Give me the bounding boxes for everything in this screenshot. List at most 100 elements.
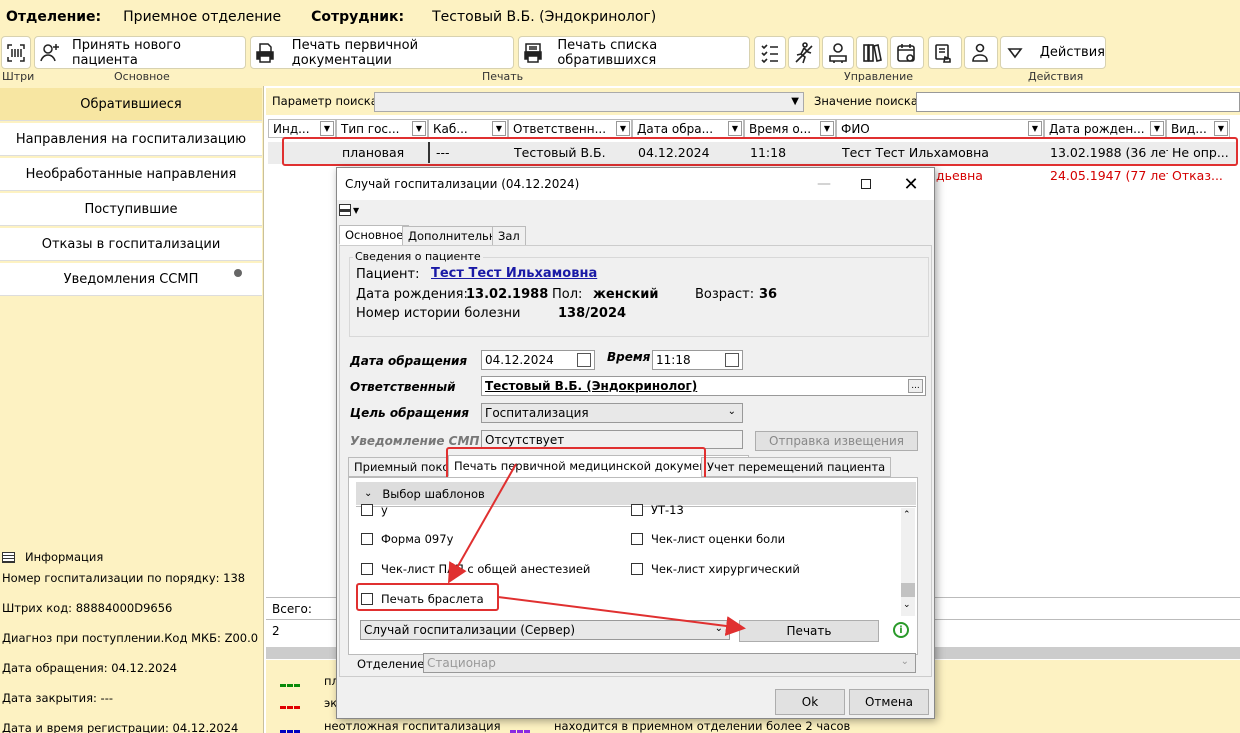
tab-main[interactable]: Основное — [339, 225, 410, 245]
legend-label: неотложная госпитализация — [324, 719, 501, 733]
legend-red-dash — [280, 706, 300, 709]
calendar-icon[interactable] — [577, 353, 591, 367]
highlight-row-frame — [282, 137, 1238, 166]
actions-button[interactable]: Действия — [1000, 36, 1106, 69]
manage-button-4[interactable] — [856, 36, 888, 69]
purpose-select[interactable]: Госпитализация ⌄ — [481, 403, 743, 423]
template-checkbox-pain[interactable]: Чек-лист оценки боли — [631, 532, 785, 546]
time-input[interactable]: 11:18 — [652, 350, 743, 370]
info-header: Информация — [2, 550, 103, 564]
search-value-input[interactable] — [916, 92, 1240, 112]
print-primary-button[interactable]: Печать первичной документации — [250, 36, 514, 69]
column-header-cabinet[interactable]: Каб... ▼ — [428, 119, 508, 138]
visit-date-input[interactable]: 04.12.2024 — [481, 350, 595, 370]
column-header-dob[interactable]: Дата рожден... ▼ — [1044, 119, 1166, 138]
manage-button-3[interactable] — [822, 36, 854, 69]
nav-item-refusals[interactable]: Отказы в госпитализации — [0, 228, 262, 261]
manage-button-7[interactable] — [964, 36, 998, 69]
minimize-icon[interactable]: — — [813, 174, 835, 194]
ok-button[interactable]: Ok — [775, 689, 845, 715]
dialog-print-menu[interactable]: ▼ — [339, 204, 359, 216]
print-source-select[interactable]: Случай госпитализации (Сервер) ⌄ — [360, 620, 730, 640]
nav-item-visited[interactable]: Обратившиеся — [0, 88, 262, 121]
filter-icon[interactable]: ▼ — [1150, 121, 1164, 136]
template-checkbox-surgical[interactable]: Чек-лист хирургический — [631, 562, 800, 576]
templates-header[interactable]: ⌄ Выбор шаблонов — [356, 482, 916, 505]
print-list-button[interactable]: Печать списка обратившихся — [518, 36, 750, 69]
walking-person-icon — [789, 38, 819, 68]
column-header-responsible[interactable]: Ответственн... ▼ — [508, 119, 632, 138]
maximize-icon[interactable] — [855, 174, 877, 194]
manage-button-1[interactable] — [754, 36, 786, 69]
filter-icon[interactable]: ▼ — [412, 121, 426, 136]
manage-button-2[interactable] — [788, 36, 820, 69]
books-icon — [857, 38, 887, 68]
info-line: Диагноз при поступлении.Код МКБ: Z00.0 — [2, 631, 259, 645]
column-header-fio[interactable]: ФИО ▼ — [836, 119, 1044, 138]
print-primary-label: Печать первичной документации — [291, 37, 419, 68]
chevron-down-icon: ⌄ — [727, 406, 736, 417]
group-label-actions: Действия — [1028, 70, 1084, 83]
sort-filter-icon[interactable]: ▼ — [492, 121, 506, 136]
printer-icon — [251, 38, 280, 68]
nav-item-label: Отказы в госпитализации — [41, 236, 221, 252]
filter-icon[interactable]: ▼ — [616, 121, 630, 136]
manage-button-5[interactable] — [890, 36, 924, 69]
template-checkbox-u[interactable]: у — [361, 503, 388, 517]
age-value: 36 — [759, 287, 778, 302]
column-header-index[interactable]: Инд... ▼ — [268, 119, 336, 138]
new-patient-button[interactable]: Принять нового пациента — [34, 36, 246, 69]
cancel-button[interactable]: Отмена — [849, 689, 929, 715]
filter-icon[interactable]: ▼ — [320, 121, 334, 136]
info-line: Дата и время регистрации: 04.12.2024 11:… — [2, 721, 239, 733]
responsible-label: Ответственный — [350, 380, 456, 394]
patient-name-link[interactable]: Тест Тест Ильхамовна — [431, 266, 597, 281]
new-patient-label: Принять нового пациента — [72, 37, 182, 68]
column-header-visit-date[interactable]: Дата обра... ▼ — [632, 119, 744, 138]
column-header-visit-time[interactable]: Время о... ▼ — [744, 119, 836, 138]
department-select[interactable]: Стационар ⌄ — [423, 653, 916, 673]
purpose-label: Цель обращения — [350, 406, 469, 420]
info-icon — [2, 551, 15, 563]
manage-button-6[interactable] — [928, 36, 962, 69]
column-header-type[interactable]: Тип гос... ▼ — [336, 119, 428, 138]
left-navigation: Обратившиеся Направления на госпитализац… — [0, 86, 264, 546]
department-value: Приемное отделение — [123, 9, 282, 25]
department-label: Отделение: — [6, 9, 102, 25]
ribbon-toolbar: Принять нового пациента Печать первичной… — [0, 34, 1240, 86]
age-label: Возраст: — [695, 287, 755, 302]
ellipsis-button[interactable]: ... — [908, 379, 923, 393]
search-value-label: Значение поиска — [814, 94, 918, 108]
nav-item-admitted[interactable]: Поступившие — [0, 193, 262, 226]
template-checkbox-anesthesia[interactable]: Чек-лист ПАП с общей анестезией — [361, 562, 590, 576]
responsible-input[interactable]: Тестовый В.Б. (Эндокринолог)... — [481, 376, 926, 396]
filter-icon[interactable]: ▼ — [820, 121, 834, 136]
tab-hall[interactable]: Зал — [492, 226, 526, 246]
history-label: Номер истории болезни — [356, 306, 521, 321]
notification-dot-icon — [234, 269, 242, 277]
templates-scrollbar[interactable]: ⌃ ⌄ — [901, 508, 915, 616]
legend-green-dash — [280, 684, 300, 687]
send-notice-button[interactable]: Отправка извещения — [755, 431, 918, 451]
close-icon[interactable]: ✕ — [900, 174, 922, 195]
filter-icon[interactable]: ▼ — [1214, 121, 1228, 136]
clock-icon[interactable] — [725, 353, 739, 367]
nav-item-unprocessed[interactable]: Необработанные направления — [0, 158, 262, 191]
template-checkbox-ut13[interactable]: УТ-13 — [631, 503, 684, 517]
info-line: Дата обращения: 04.12.2024 — [2, 661, 178, 675]
info-line: Дата закрытия: --- — [2, 691, 113, 705]
patient-bed-icon — [823, 38, 853, 68]
print-button[interactable]: Печать — [739, 620, 879, 642]
template-checkbox-097[interactable]: Форма 097у — [361, 532, 453, 546]
group-label-main: Основное — [114, 70, 170, 83]
barcode-button[interactable] — [1, 36, 31, 69]
nav-item-referrals[interactable]: Направления на госпитализацию — [0, 123, 262, 156]
search-param-select[interactable]: ▼ — [374, 92, 804, 112]
nav-item-label: Обратившиеся — [80, 96, 182, 112]
subtab-movements[interactable]: Учет перемещений пациента — [701, 457, 892, 477]
users-icon — [965, 38, 995, 68]
nav-item-notifications[interactable]: Уведомления ССМП — [0, 263, 262, 296]
column-header-kind[interactable]: Вид... ▼ — [1166, 119, 1230, 138]
filter-icon[interactable]: ▼ — [728, 121, 742, 136]
filter-icon[interactable]: ▼ — [1028, 121, 1042, 136]
